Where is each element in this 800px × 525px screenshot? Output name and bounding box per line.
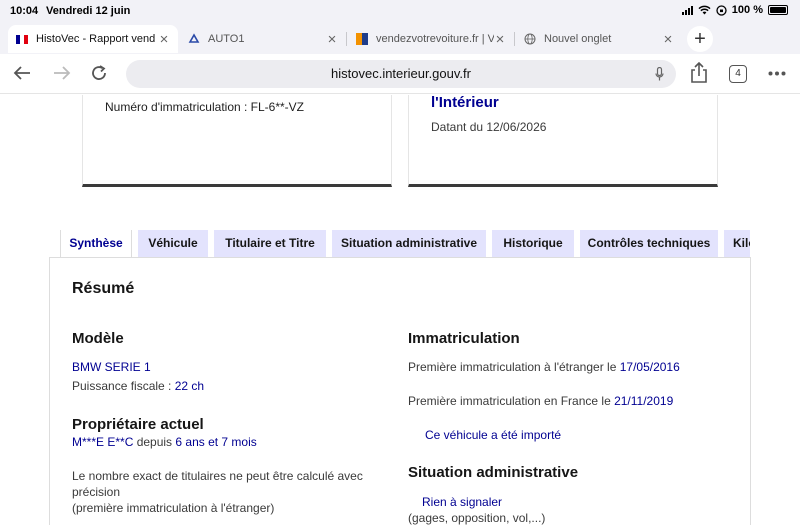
browser-tab-new[interactable]: Nouvel onglet × bbox=[516, 25, 682, 53]
status-icons: 100 % bbox=[681, 4, 788, 16]
new-tab-button[interactable]: + bbox=[687, 26, 713, 52]
card-heading: l'Intérieur bbox=[431, 95, 499, 111]
battery-icon bbox=[768, 5, 788, 15]
admin-status-note: (gages, opposition, vol,...) bbox=[408, 511, 546, 525]
report-source-card: l'Intérieur Datant du 12/06/2026 bbox=[408, 95, 718, 187]
admin-status-heading: Situation administrative bbox=[408, 464, 579, 481]
close-tab-icon[interactable]: × bbox=[662, 31, 674, 48]
browser-tab-auto1[interactable]: AUTO1 × bbox=[180, 25, 346, 53]
close-tab-icon[interactable]: × bbox=[494, 31, 506, 48]
first-registration-abroad: Première immatriculation à l'étranger le… bbox=[408, 359, 680, 375]
browser-tab-title: HistoVec - Rapport vend bbox=[36, 33, 156, 45]
microphone-icon[interactable] bbox=[655, 67, 664, 81]
first-registration-abroad-label: Première immatriculation à l'étranger le bbox=[408, 360, 620, 374]
close-tab-icon[interactable]: × bbox=[158, 31, 170, 48]
report-date: Datant du 12/06/2026 bbox=[431, 120, 547, 134]
owner-duration: 6 ans et 7 mois bbox=[175, 435, 257, 449]
browser-tab-title: Nouvel onglet bbox=[544, 33, 612, 45]
tab-synthese[interactable]: Synthèse bbox=[60, 230, 132, 257]
first-registration-abroad-date: 17/05/2016 bbox=[619, 360, 680, 374]
registration-heading: Immatriculation bbox=[408, 330, 520, 347]
plus-icon: + bbox=[694, 27, 706, 50]
fiscal-power: Puissance fiscale : 22 ch bbox=[72, 378, 204, 394]
first-registration-france-date: 21/11/2019 bbox=[614, 394, 674, 408]
owners-note-line-2: précision bbox=[72, 485, 121, 499]
tab-historique[interactable]: Historique bbox=[492, 230, 574, 257]
tab-controles-techniques[interactable]: Contrôles techniques bbox=[580, 230, 718, 257]
share-icon[interactable] bbox=[690, 62, 708, 84]
model-heading: Modèle bbox=[72, 330, 124, 347]
status-bar: 10:04 Vendredi 12 juin 100 % bbox=[0, 0, 800, 22]
fiscal-power-value: 22 ch bbox=[174, 379, 205, 393]
orientation-lock-icon bbox=[716, 4, 727, 16]
browser-tab-vendezvotrevoiture[interactable]: vendezvotrevoiture.fr | V × bbox=[348, 25, 514, 53]
owner-name: M***E E**C bbox=[72, 435, 134, 449]
more-options-icon[interactable] bbox=[768, 71, 786, 76]
browser-tab-title: AUTO1 bbox=[208, 33, 245, 45]
status-time: 10:04 bbox=[10, 5, 39, 17]
registration-number: Numéro d'immatriculation : FL-6**-VZ bbox=[105, 100, 305, 114]
cellular-signal-icon bbox=[681, 5, 693, 15]
tab-titulaire-titre[interactable]: Titulaire et Titre bbox=[214, 230, 326, 257]
report-tabs: Synthèse Véhicule Titulaire et Titre Sit… bbox=[60, 230, 750, 257]
tab-vehicule[interactable]: Véhicule bbox=[138, 230, 208, 257]
back-arrow-icon[interactable] bbox=[12, 65, 32, 81]
address-bar[interactable]: histovec.interieur.gouv.fr bbox=[126, 60, 676, 88]
owner-heading: Propriétaire actuel bbox=[72, 416, 204, 433]
browser-toolbar: histovec.interieur.gouv.fr 4 bbox=[0, 54, 800, 94]
browser-tab-bar: HistoVec - Rapport vend × AUTO1 × vendez… bbox=[0, 22, 800, 54]
vendezvotrevoiture-logo-icon bbox=[356, 33, 368, 45]
registration-card: Numéro d'immatriculation : FL-6**-VZ bbox=[82, 95, 392, 187]
owners-note-line-1: Le nombre exact de titulaires ne peut êt… bbox=[72, 469, 363, 483]
nothing-to-report-link[interactable]: Rien à signaler bbox=[422, 494, 502, 510]
battery-percent: 100 % bbox=[731, 4, 763, 16]
tab-separator bbox=[514, 32, 515, 46]
tab-kilometrage[interactable]: Kilo bbox=[724, 230, 750, 257]
owner-info: M***E E**C depuis 6 ans et 7 mois bbox=[72, 434, 257, 450]
owner-since-label: depuis bbox=[133, 435, 176, 449]
status-date: Vendredi 12 juin bbox=[46, 5, 131, 17]
globe-icon bbox=[524, 33, 536, 45]
wifi-icon bbox=[698, 5, 711, 15]
synthese-panel: Résumé Modèle BMW SERIE 1 Puissance fisc… bbox=[49, 257, 751, 525]
owners-note-line-3: (première immatriculation à l'étranger) bbox=[72, 501, 275, 515]
url-text: histovec.interieur.gouv.fr bbox=[331, 66, 471, 81]
auto1-logo-icon bbox=[188, 33, 200, 43]
close-tab-icon[interactable]: × bbox=[326, 31, 338, 48]
tab-situation-administrative[interactable]: Situation administrative bbox=[332, 230, 486, 257]
browser-tab-histovec[interactable]: HistoVec - Rapport vend × bbox=[8, 25, 178, 53]
first-registration-france-label: Première immatriculation en France le bbox=[408, 394, 615, 408]
summary-title: Résumé bbox=[72, 280, 135, 297]
first-registration-france: Première immatriculation en France le 21… bbox=[408, 393, 673, 409]
web-page: Numéro d'immatriculation : FL-6**-VZ l'I… bbox=[0, 95, 800, 525]
tab-separator bbox=[346, 32, 347, 46]
forward-arrow-icon[interactable] bbox=[52, 65, 72, 81]
tab-overview-button[interactable]: 4 bbox=[729, 65, 747, 83]
french-flag-icon bbox=[16, 34, 28, 44]
browser-tab-title: vendezvotrevoiture.fr | V bbox=[376, 33, 494, 45]
imported-vehicle-link[interactable]: Ce véhicule a été importé bbox=[425, 427, 561, 443]
model-name: BMW SERIE 1 bbox=[72, 360, 151, 374]
reload-icon[interactable] bbox=[90, 64, 108, 82]
fiscal-power-label: Puissance fiscale : bbox=[72, 379, 175, 393]
